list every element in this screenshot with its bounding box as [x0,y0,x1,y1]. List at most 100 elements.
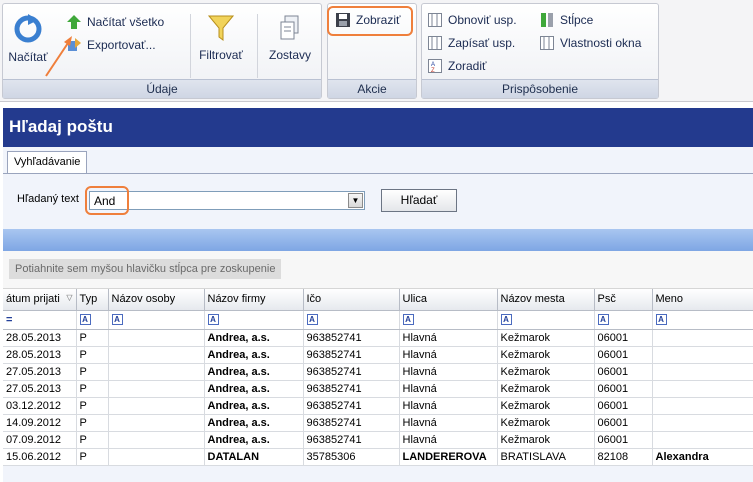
column-header-ulica[interactable]: Ulica [399,289,498,311]
table-cell: 28.05.2013 [3,329,77,347]
tab-divider [3,173,753,174]
table-cell: Andrea, a.s. [204,329,304,347]
table-cell: Andrea, a.s. [204,380,304,398]
filter-cell[interactable]: A [594,310,653,330]
table-cell: 03.12.2012 [3,397,77,415]
window-title: Hľadaj poštu [9,117,113,136]
table-cell: Hlavná [399,397,498,415]
funnel-icon [207,15,235,41]
filter-cell[interactable]: A [399,310,498,330]
table-cell: 27.05.2013 [3,380,77,398]
table-row[interactable]: 07.09.2012 P Andrea, a.s. 963852741 Hlavná Ke… [3,431,753,449]
window-titlebar: Hľadaj poštu [3,108,753,147]
table-cell: 15.06.2012 [3,448,77,466]
obnovit-usp-button[interactable]: Obnoviť usp. [428,10,517,30]
filtrovat-button[interactable]: Filtrovať [193,14,249,62]
filter-cell[interactable]: A [303,310,400,330]
table-cell: Kežmarok [497,380,595,398]
table-cell: Kežmarok [497,363,595,381]
ribbon: Načítať Načítať všetko Exportovať... Fil… [0,0,753,102]
filter-cell[interactable]: = [3,310,77,330]
column-header-nazov-osoby[interactable]: Názov osoby [108,289,205,311]
text-filter-icon: A [79,314,91,326]
text-filter-icon: A [402,314,414,326]
search-callout [85,186,129,215]
table-row[interactable]: 28.05.2013 P Andrea, a.s. 963852741 Hlavná Ke… [3,346,753,364]
table-cell: 963852741 [303,363,400,381]
filter-cell[interactable]: A [108,310,205,330]
ribbon-separator [190,14,191,78]
hladat-button[interactable]: Hľadať [381,189,457,212]
table-cell [652,431,753,449]
table-cell: 963852741 [303,380,400,398]
table-cell: Hlavná [399,414,498,432]
ribbon-group-prisposobenie: Obnoviť usp. Zapísať usp. A Z Zoradiť St… [421,3,659,99]
ribbon-separator [257,14,258,78]
nacitat-vsetko-button[interactable]: Načítať všetko [67,12,164,32]
table-cell: 963852741 [303,414,400,432]
table-cell: 06001 [594,431,653,449]
table-cell [108,414,205,432]
dropdown-arrow-icon[interactable]: ▼ [348,193,363,208]
table-cell: 963852741 [303,431,400,449]
sort-desc-icon: ▽ [66,293,73,303]
tab-vyhladavanie[interactable]: Vyhľadávanie [7,151,88,174]
group-label-akcie: Akcie [328,79,416,98]
refresh-icon [14,14,42,43]
equals-filter-icon: = [6,313,13,326]
column-header-meno[interactable]: Meno [652,289,753,311]
filter-cell[interactable]: A [204,310,304,330]
window-properties-icon [540,36,554,50]
filter-cell[interactable]: A [497,310,595,330]
grid-header-row: átum prijati ▽ Typ Názov osoby Názov fir… [3,289,753,311]
table-row[interactable]: 03.12.2012 P Andrea, a.s. 963852741 Hlavná Ke… [3,397,753,415]
table-cell: Kežmarok [497,431,595,449]
column-header-ico[interactable]: Ičo [303,289,400,311]
column-header-nazov-firmy[interactable]: Názov firmy [204,289,304,311]
table-cell: 06001 [594,414,653,432]
vlastnosti-okna-button[interactable]: Vlastnosti okna [540,33,641,53]
table-cell: Andrea, a.s. [204,363,304,381]
filter-cell[interactable]: A [652,310,753,330]
stlpce-button[interactable]: Stĺpce [540,10,593,30]
exportovat-button[interactable]: Exportovať... [67,35,156,55]
search-combobox[interactable]: And ▼ [89,191,365,210]
table-cell: P [76,431,109,449]
column-header-datum[interactable]: átum prijati ▽ [3,289,77,311]
table-cell: 06001 [594,363,653,381]
table-cell: 07.09.2012 [3,431,77,449]
column-header-typ[interactable]: Typ [76,289,109,311]
layout-restore-icon [428,13,442,27]
table-row[interactable]: 27.05.2013 P Andrea, a.s. 963852741 Hlavná Ke… [3,363,753,381]
table-cell [108,363,205,381]
table-row[interactable]: 28.05.2013 P Andrea, a.s. 963852741 Hlavná Ke… [3,329,753,347]
table-cell: Andrea, a.s. [204,397,304,415]
table-row[interactable]: 15.06.2012 P DATALAN 35785306 LANDEREROVA BRA… [3,448,753,466]
table-cell [108,431,205,449]
sort-icon: A Z [428,59,442,73]
table-cell: 35785306 [303,448,400,466]
table-cell: Kežmarok [497,397,595,415]
layout-save-icon [428,36,442,50]
table-cell: BRATISLAVA [497,448,595,466]
table-cell: Kežmarok [497,414,595,432]
table-cell: 963852741 [303,346,400,364]
zostavy-button[interactable]: Zostavy [263,14,317,62]
group-by-hint: Potiahnite sem myšou hlavičku stĺpca pre… [9,259,282,279]
search-label: Hľadaný text [17,193,79,205]
table-cell: P [76,448,109,466]
table-row[interactable]: 27.05.2013 P Andrea, a.s. 963852741 Hlavná Ke… [3,380,753,398]
zoradit-button[interactable]: A Z Zoradiť [428,56,487,76]
table-cell: P [76,363,109,381]
table-cell [108,346,205,364]
column-header-nazov-mesta[interactable]: Názov mesta [497,289,595,311]
filter-cell[interactable]: A [76,310,109,330]
table-row[interactable]: 14.09.2012 P Andrea, a.s. 963852741 Hlavná Ke… [3,414,753,432]
zapisat-usp-button[interactable]: Zapísať usp. [428,33,515,53]
column-header-psc[interactable]: Psč [594,289,653,311]
table-cell: Hlavná [399,363,498,381]
table-cell: Hlavná [399,329,498,347]
table-cell: P [76,414,109,432]
table-cell [652,380,753,398]
table-cell [108,448,205,466]
